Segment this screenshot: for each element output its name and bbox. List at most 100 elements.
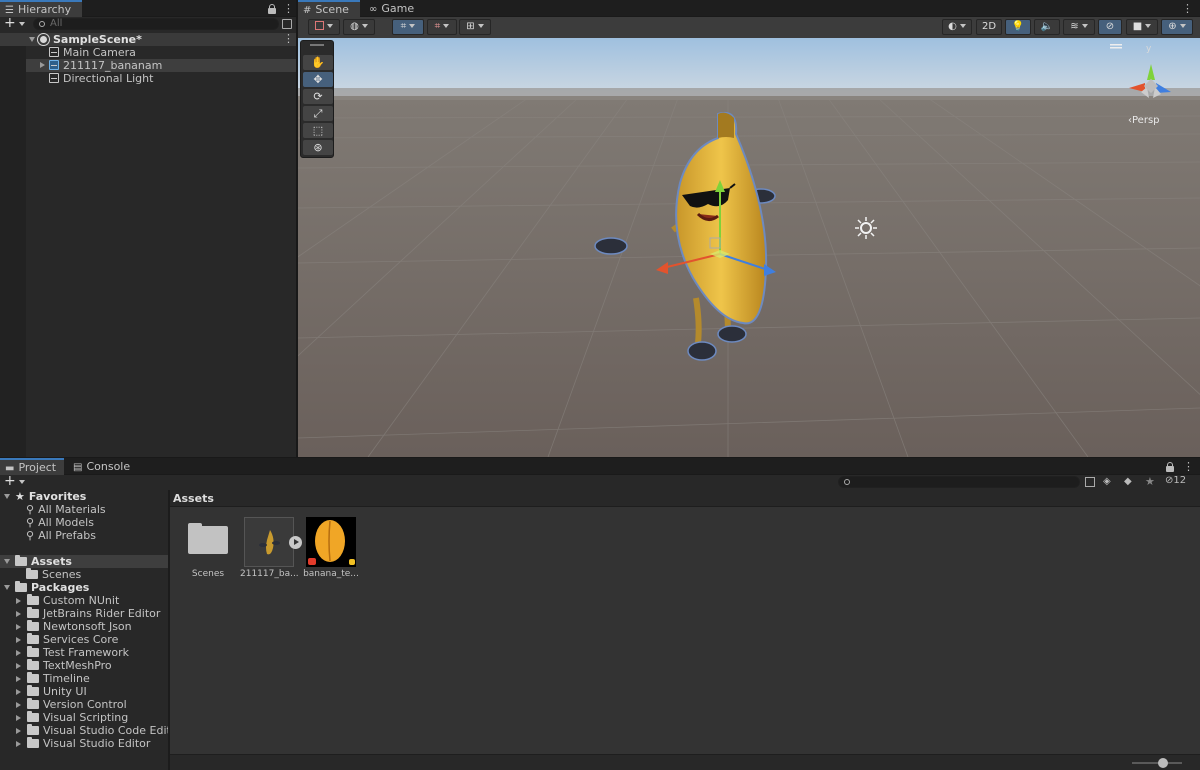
asset-item[interactable]: banana_te... [303, 517, 359, 579]
render-mode-button[interactable]: ◍ [343, 19, 375, 35]
hierarchy-search-input[interactable]: All [33, 18, 279, 30]
package-item[interactable]: Visual Studio Code Editor [16, 724, 182, 737]
expand-arrow-icon[interactable] [16, 676, 21, 682]
add-object-button[interactable]: + [4, 16, 26, 31]
overlay-menu-icon[interactable] [1110, 44, 1122, 46]
overlay-drag-handle[interactable] [310, 44, 324, 46]
lock-icon[interactable] [1166, 462, 1174, 472]
expand-arrow-icon[interactable] [16, 741, 21, 747]
package-item[interactable]: Version Control [16, 698, 127, 711]
grid-snap-button[interactable]: ⌗ [392, 19, 424, 35]
more-options-icon[interactable]: ⋮ [1182, 3, 1193, 15]
hidden-objects-button[interactable]: ⊘ [1098, 19, 1122, 35]
gameobject-icon [49, 73, 59, 83]
increment-snap-button[interactable]: ⌗ [427, 19, 457, 35]
expand-arrow-icon[interactable] [29, 37, 35, 42]
tab-console[interactable]: ▤ Console [68, 458, 138, 475]
package-item[interactable]: JetBrains Rider Editor [16, 607, 160, 620]
search-icon [844, 479, 850, 485]
gizmos-button[interactable]: ⊕ [1161, 19, 1193, 35]
packages-header[interactable]: Packages [4, 581, 89, 594]
expand-arrow-icon[interactable] [4, 494, 10, 499]
more-options-icon[interactable]: ⋮ [1183, 461, 1194, 473]
favorite-star-icon[interactable]: ★ [1145, 475, 1155, 488]
effects-button[interactable]: ≋ [1063, 19, 1095, 35]
scene-viewport[interactable]: y ‹Persp ✋ ✥ ⟳ ⤢ ⬚ ⊛ [298, 38, 1200, 457]
expand-arrow-icon[interactable] [16, 689, 21, 695]
2d-toggle-button[interactable]: 2D [976, 19, 1002, 35]
search-by-type-icon[interactable] [282, 19, 292, 29]
console-icon: ▤ [73, 462, 83, 473]
label-filter-icon[interactable]: ◆ [1124, 476, 1132, 487]
expand-arrow-icon[interactable] [40, 62, 45, 68]
expand-arrow-icon[interactable] [16, 611, 21, 617]
package-item[interactable]: Test Framework [16, 646, 129, 659]
rotate-tool-button[interactable]: ⟳ [303, 89, 333, 104]
expand-arrow-icon[interactable] [16, 637, 21, 643]
grid-visibility-button[interactable]: ⊞ [459, 19, 491, 35]
filter-type-icon[interactable]: ◈ [1103, 476, 1111, 487]
favorite-item[interactable]: ⚲ All Prefabs [26, 529, 96, 542]
package-item[interactable]: Timeline [16, 672, 90, 685]
ruler-icon: ⊞ [466, 21, 475, 32]
folder-icon [27, 659, 39, 670]
search-by-type-icon[interactable] [1085, 477, 1095, 487]
package-item[interactable]: Services Core [16, 633, 118, 646]
camera-icon: ■ [1132, 21, 1143, 32]
persp-label[interactable]: ‹Persp [1128, 115, 1160, 126]
more-options-icon[interactable]: ⋮ [283, 3, 294, 15]
rect-tool-button[interactable]: ⬚ [303, 123, 333, 138]
shading-mode-button[interactable]: ◐ [942, 19, 972, 35]
scale-tool-button[interactable]: ⤢ [303, 106, 333, 121]
package-item[interactable]: Visual Studio Editor [16, 737, 150, 750]
search-icon: ⚲ [26, 516, 35, 529]
expand-arrow-icon[interactable] [16, 650, 21, 656]
assets-row[interactable]: Assets [0, 555, 168, 568]
expand-arrow-icon[interactable] [16, 702, 21, 708]
tab-scene[interactable]: # Scene [298, 0, 360, 17]
audio-toggle-button[interactable]: 🔈 [1034, 19, 1060, 35]
hidden-packages-toggle[interactable]: ⊘12 [1165, 475, 1186, 486]
expand-arrow-icon[interactable] [16, 663, 21, 669]
expand-arrow-icon[interactable] [16, 728, 21, 734]
expand-arrow-icon[interactable] [4, 559, 10, 564]
expand-arrow-icon[interactable] [16, 715, 21, 721]
package-item[interactable]: Custom NUnit [16, 594, 119, 607]
package-item[interactable]: Visual Scripting [16, 711, 128, 724]
hierarchy-item[interactable]: Directional Light [49, 72, 153, 85]
move-tool-button[interactable]: ✥ [303, 72, 333, 87]
expand-arrow-icon[interactable] [4, 585, 10, 590]
lock-icon[interactable] [268, 4, 276, 14]
hand-tool-button[interactable]: ✋ [303, 55, 333, 70]
folder-icon [27, 607, 39, 618]
draw-mode-button[interactable] [308, 19, 340, 35]
play-preview-icon[interactable] [289, 536, 302, 549]
camera-settings-button[interactable]: ■ [1126, 19, 1158, 35]
asset-item[interactable]: 211117_ba... [240, 517, 308, 579]
thumbnail-size-slider[interactable] [1132, 758, 1182, 768]
hierarchy-item-selected[interactable]: 211117_bananam [26, 59, 296, 72]
asset-label: 211117_ba... [240, 569, 299, 579]
slider-knob[interactable] [1158, 758, 1168, 768]
asset-item[interactable]: Scenes [182, 517, 234, 579]
scene-row[interactable]: SampleScene* ⋮ [0, 33, 296, 46]
scene-more-icon[interactable]: ⋮ [283, 33, 294, 45]
speaker-icon: 🔈 [1040, 21, 1054, 32]
package-item[interactable]: Newtonsoft Json [16, 620, 132, 633]
expand-arrow-icon[interactable] [16, 624, 21, 630]
expand-arrow-icon[interactable] [16, 598, 21, 604]
package-item[interactable]: TextMeshPro [16, 659, 112, 672]
transform-tool-button[interactable]: ⊛ [303, 140, 333, 155]
hierarchy-item[interactable]: Main Camera [49, 46, 136, 59]
lighting-toggle-button[interactable]: 💡 [1005, 19, 1031, 35]
project-search-input[interactable] [838, 476, 1080, 488]
assets-child-item[interactable]: Scenes [26, 568, 81, 581]
package-item[interactable]: Unity UI [16, 685, 87, 698]
create-asset-button[interactable]: + [4, 474, 28, 489]
folder-large-icon [188, 526, 228, 554]
breadcrumb-assets[interactable]: Assets [173, 492, 214, 505]
tab-game[interactable]: ∞ Game [364, 0, 424, 17]
favorite-item[interactable]: ⚲ All Materials [26, 503, 106, 516]
favorites-header[interactable]: ★ Favorites [4, 490, 86, 503]
favorite-item[interactable]: ⚲ All Models [26, 516, 94, 529]
